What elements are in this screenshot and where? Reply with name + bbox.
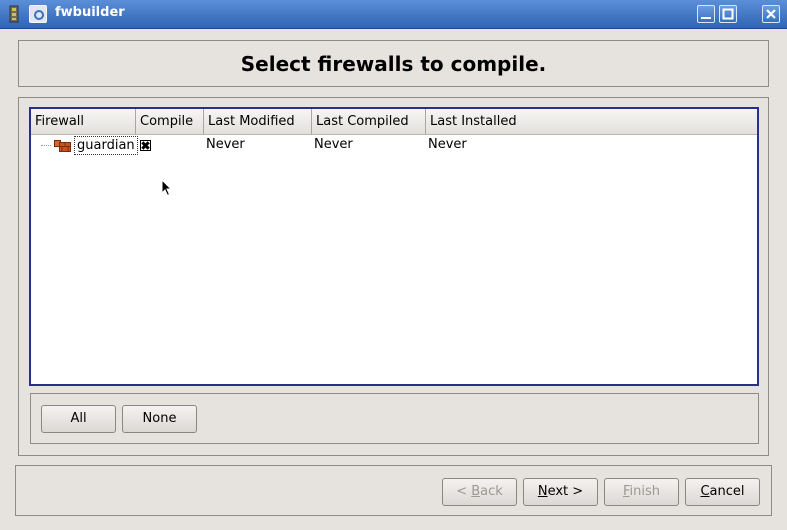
maximize-icon xyxy=(722,8,734,20)
tree-branch-line xyxy=(41,145,51,147)
next-suffix: > xyxy=(568,484,584,499)
column-header-compile[interactable]: Compile xyxy=(136,109,204,134)
maximize-button[interactable] xyxy=(719,5,737,23)
cancel-button[interactable]: Cancel xyxy=(685,478,760,506)
next-button[interactable]: Next > xyxy=(523,478,598,506)
back-button[interactable]: < Back xyxy=(442,478,517,506)
window-menu-icon[interactable] xyxy=(29,5,47,23)
mouse-pointer-icon xyxy=(161,179,173,197)
page-title: Select firewalls to compile. xyxy=(240,52,547,76)
list-header: Firewall Compile Last Modified Last Comp… xyxy=(31,109,757,135)
next-mnemonic: N xyxy=(537,484,548,499)
last-modified-value: Never xyxy=(206,137,245,152)
cancel-mnemonic: C xyxy=(700,484,710,499)
select-all-button[interactable]: All xyxy=(41,405,116,433)
page-header: Select firewalls to compile. xyxy=(18,40,769,87)
cancel-label-rest: ancel xyxy=(709,484,745,499)
firewall-name[interactable]: guardian xyxy=(74,136,138,155)
back-mnemonic: B xyxy=(471,484,481,499)
back-label-rest: ack xyxy=(480,484,503,499)
column-header-last-modified[interactable]: Last Modified xyxy=(204,109,312,134)
column-header-firewall[interactable]: Firewall xyxy=(31,109,136,134)
column-header-last-installed[interactable]: Last Installed xyxy=(426,109,757,134)
finish-button[interactable]: Finish xyxy=(604,478,679,506)
window-title: fwbuilder xyxy=(55,5,125,20)
minimize-icon xyxy=(701,17,711,19)
last-installed-value: Never xyxy=(428,137,467,152)
table-row[interactable]: guardian Never Never Never xyxy=(31,134,757,156)
select-none-button[interactable]: None xyxy=(122,405,197,433)
finish-label-rest: inish xyxy=(629,484,661,499)
minimize-button[interactable] xyxy=(697,5,715,23)
app-icon[interactable] xyxy=(5,5,23,23)
title-bar: fwbuilder xyxy=(0,0,787,29)
close-icon xyxy=(766,9,776,19)
firewall-list[interactable]: Firewall Compile Last Modified Last Comp… xyxy=(29,107,759,386)
firewall-icon xyxy=(54,140,71,152)
back-prefix: < xyxy=(456,484,472,499)
close-button[interactable] xyxy=(762,5,780,23)
next-label-rest: ext xyxy=(547,484,569,499)
column-header-last-compiled[interactable]: Last Compiled xyxy=(312,109,426,134)
compile-checkbox[interactable] xyxy=(140,140,151,151)
last-compiled-value: Never xyxy=(314,137,353,152)
